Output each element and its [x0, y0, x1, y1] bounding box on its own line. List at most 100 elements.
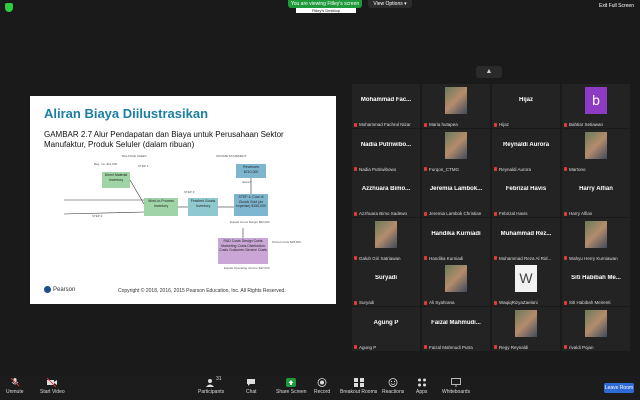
start-video-button[interactable]: Start Video — [40, 378, 65, 395]
collapse-gallery-button[interactable]: ▲ — [476, 66, 502, 78]
participant-tile[interactable]: Siti Habibah Me... Siti Habibah Meirenti — [562, 262, 630, 306]
participant-tile[interactable]: Muhammad Rez... Muhammad Reza Al Rid... — [492, 217, 560, 262]
microphone-muted-icon — [424, 167, 427, 172]
reactions-button[interactable]: Reactions — [382, 378, 404, 395]
view-options-button[interactable]: View Options ▾ — [368, 0, 412, 8]
participant-tile[interactable]: Wahyu Herry Kurniawan — [562, 217, 630, 262]
leave-room-button[interactable]: Leave Room — [604, 383, 634, 393]
participant-tile[interactable]: Harry Alfian Harry Alfian — [562, 173, 630, 217]
participant-tile[interactable]: W WaqiqRizyaZaelani — [492, 262, 560, 306]
participant-name-caption: Bahtiar Setiawan — [564, 122, 603, 127]
exit-fullscreen-button[interactable]: Exit Full Screen — [599, 3, 634, 9]
participant-name-caption: Galuh Giri Satriawan — [354, 256, 401, 261]
participant-tile[interactable]: Regy Reynaldi — [492, 306, 560, 351]
participant-tile[interactable]: Martono — [562, 128, 630, 173]
microphone-muted-icon — [564, 167, 567, 172]
participant-name-caption: Furqon_CTMG — [424, 167, 459, 172]
participant-display-name: Faizal Mahmudi... — [431, 319, 481, 326]
microphone-muted-icon — [564, 256, 567, 261]
participant-tile[interactable]: Handika Kurniadi Handika Kurniadi — [422, 217, 490, 262]
share-screen-button[interactable]: Share Screen — [276, 378, 307, 395]
profile-photo — [375, 220, 397, 248]
profile-photo — [445, 265, 467, 292]
breakout-rooms-button[interactable]: Breakout Rooms — [340, 378, 377, 395]
video-off-icon — [47, 378, 58, 387]
microphone-muted-icon — [354, 345, 357, 350]
participant-name-caption: Ali Syahrana — [424, 300, 455, 305]
slide-subtitle: GAMBAR 2.7 Alur Pendapatan dan Biaya unt… — [44, 130, 284, 149]
participant-tile[interactable]: Reynaldi Aurora Reynaldi Aurora — [492, 128, 560, 173]
microphone-muted-icon — [494, 122, 497, 127]
participant-tile[interactable]: Galuh Giri Satriawan — [352, 217, 420, 262]
participant-tile[interactable]: Maria hutapea — [422, 84, 490, 128]
participant-name-caption: Febrizal Havis — [494, 211, 528, 216]
microphone-muted-icon — [564, 345, 567, 350]
participant-display-name: Handika Kurniadi — [431, 230, 481, 237]
participant-tile[interactable]: Hijaz Hijaz — [492, 84, 560, 128]
apps-icon — [417, 378, 426, 387]
participant-tile[interactable]: Faizal Mahmudi... Faizal Mahmudi Putra — [422, 306, 490, 351]
microphone-muted-icon — [10, 378, 20, 387]
participant-tile[interactable]: Furqon_CTMG — [422, 128, 490, 173]
microphone-muted-icon — [354, 256, 357, 261]
microphone-muted-icon — [354, 211, 357, 216]
participant-name-caption: Faizal Mahmudi Putra — [424, 345, 473, 350]
shared-slide: Aliran Biaya Diilustrasikan GAMBAR 2.7 A… — [30, 96, 336, 304]
profile-photo — [585, 131, 607, 159]
apps-button[interactable]: Apps — [416, 378, 427, 395]
reactions-icon — [388, 378, 398, 387]
microphone-muted-icon — [564, 300, 567, 305]
participant-display-name: Mohammad Fac... — [360, 97, 412, 103]
profile-photo — [515, 309, 537, 337]
participant-tile[interactable]: Mohammad Fac... Mohammad Fachrul Nizar — [352, 84, 420, 128]
participant-name-caption: Nadia Putriwibowo — [354, 167, 396, 172]
participant-display-name: Hijaz — [518, 97, 533, 103]
microphone-muted-icon — [494, 256, 497, 261]
microphone-muted-icon — [424, 345, 427, 350]
microphone-muted-icon — [424, 122, 427, 127]
participant-display-name: Azzhuara Bimo... — [361, 186, 411, 192]
top-bar: You are viewing Fitley's screen Fitley's… — [0, 0, 640, 14]
chat-icon — [247, 379, 256, 386]
participant-name-caption: Reynaldi Aurora — [494, 167, 531, 172]
participant-name-caption: Hijaz — [494, 122, 509, 127]
participant-display-name: Muhammad Rez... — [500, 230, 552, 237]
participant-display-name: Reynaldi Aurora — [502, 141, 550, 148]
flow-arrows — [63, 178, 252, 238]
shield-icon — [5, 3, 13, 12]
participant-tile[interactable]: Suryadi Suryadi — [352, 262, 420, 306]
participant-tile[interactable]: Ali Syahrana — [422, 262, 490, 306]
whiteboards-button[interactable]: Whiteboards — [442, 378, 470, 395]
participant-name-caption: Jeremia Lambok Christian — [424, 211, 481, 216]
participant-tile[interactable]: Jeremia Lambok... Jeremia Lambok Christia… — [422, 173, 490, 217]
chat-button[interactable]: Chat — [246, 378, 257, 395]
participant-name-caption: Muhammad Reza Al Rid... — [494, 256, 551, 261]
breakout-rooms-icon — [353, 378, 364, 387]
participant-name-caption: Handika Kurniadi — [424, 256, 463, 261]
pearson-icon — [44, 286, 51, 293]
participant-name-caption: Maria hutapea — [424, 122, 458, 127]
participant-tile[interactable]: b Bahtiar Setiawan — [562, 84, 630, 128]
participant-name-caption: Mohammad Fachrul Nizar — [354, 122, 411, 127]
participant-tile[interactable]: Agung P Agung P — [352, 306, 420, 351]
record-button[interactable]: Record — [314, 378, 330, 395]
participant-tile[interactable]: Febrizal Havis Febrizal Havis — [492, 173, 560, 217]
share-screen-icon — [286, 378, 297, 387]
slide-copyright: Copyright © 2018, 2016, 2015 Pearson Edu… — [118, 288, 286, 294]
participant-tile[interactable]: Nadia Putriwibo... Nadia Putriwibowo — [352, 128, 420, 173]
participant-display-name: Suryadi — [374, 275, 397, 281]
letter-avatar: b — [585, 87, 607, 114]
participant-tile[interactable]: rivaldi Pojan — [562, 306, 630, 351]
participant-name-caption: Martono — [564, 167, 586, 172]
microphone-muted-icon — [494, 300, 497, 305]
microphone-muted-icon — [564, 122, 567, 127]
participant-display-name: Siti Habibah Me... — [571, 275, 621, 281]
unmute-button[interactable]: Unmute — [6, 378, 24, 395]
participant-tile[interactable]: Azzhuara Bimo... Azzhuara Bimo Sadewo — [352, 173, 420, 217]
participant-name-caption: Wahyu Herry Kurniawan — [564, 256, 618, 261]
participant-display-name: Jeremia Lambok... — [429, 186, 483, 192]
participant-name-caption: Suryadi — [354, 300, 374, 305]
pearson-logo: Pearson — [44, 286, 75, 293]
profile-photo — [585, 220, 607, 248]
microphone-muted-icon — [424, 300, 427, 305]
